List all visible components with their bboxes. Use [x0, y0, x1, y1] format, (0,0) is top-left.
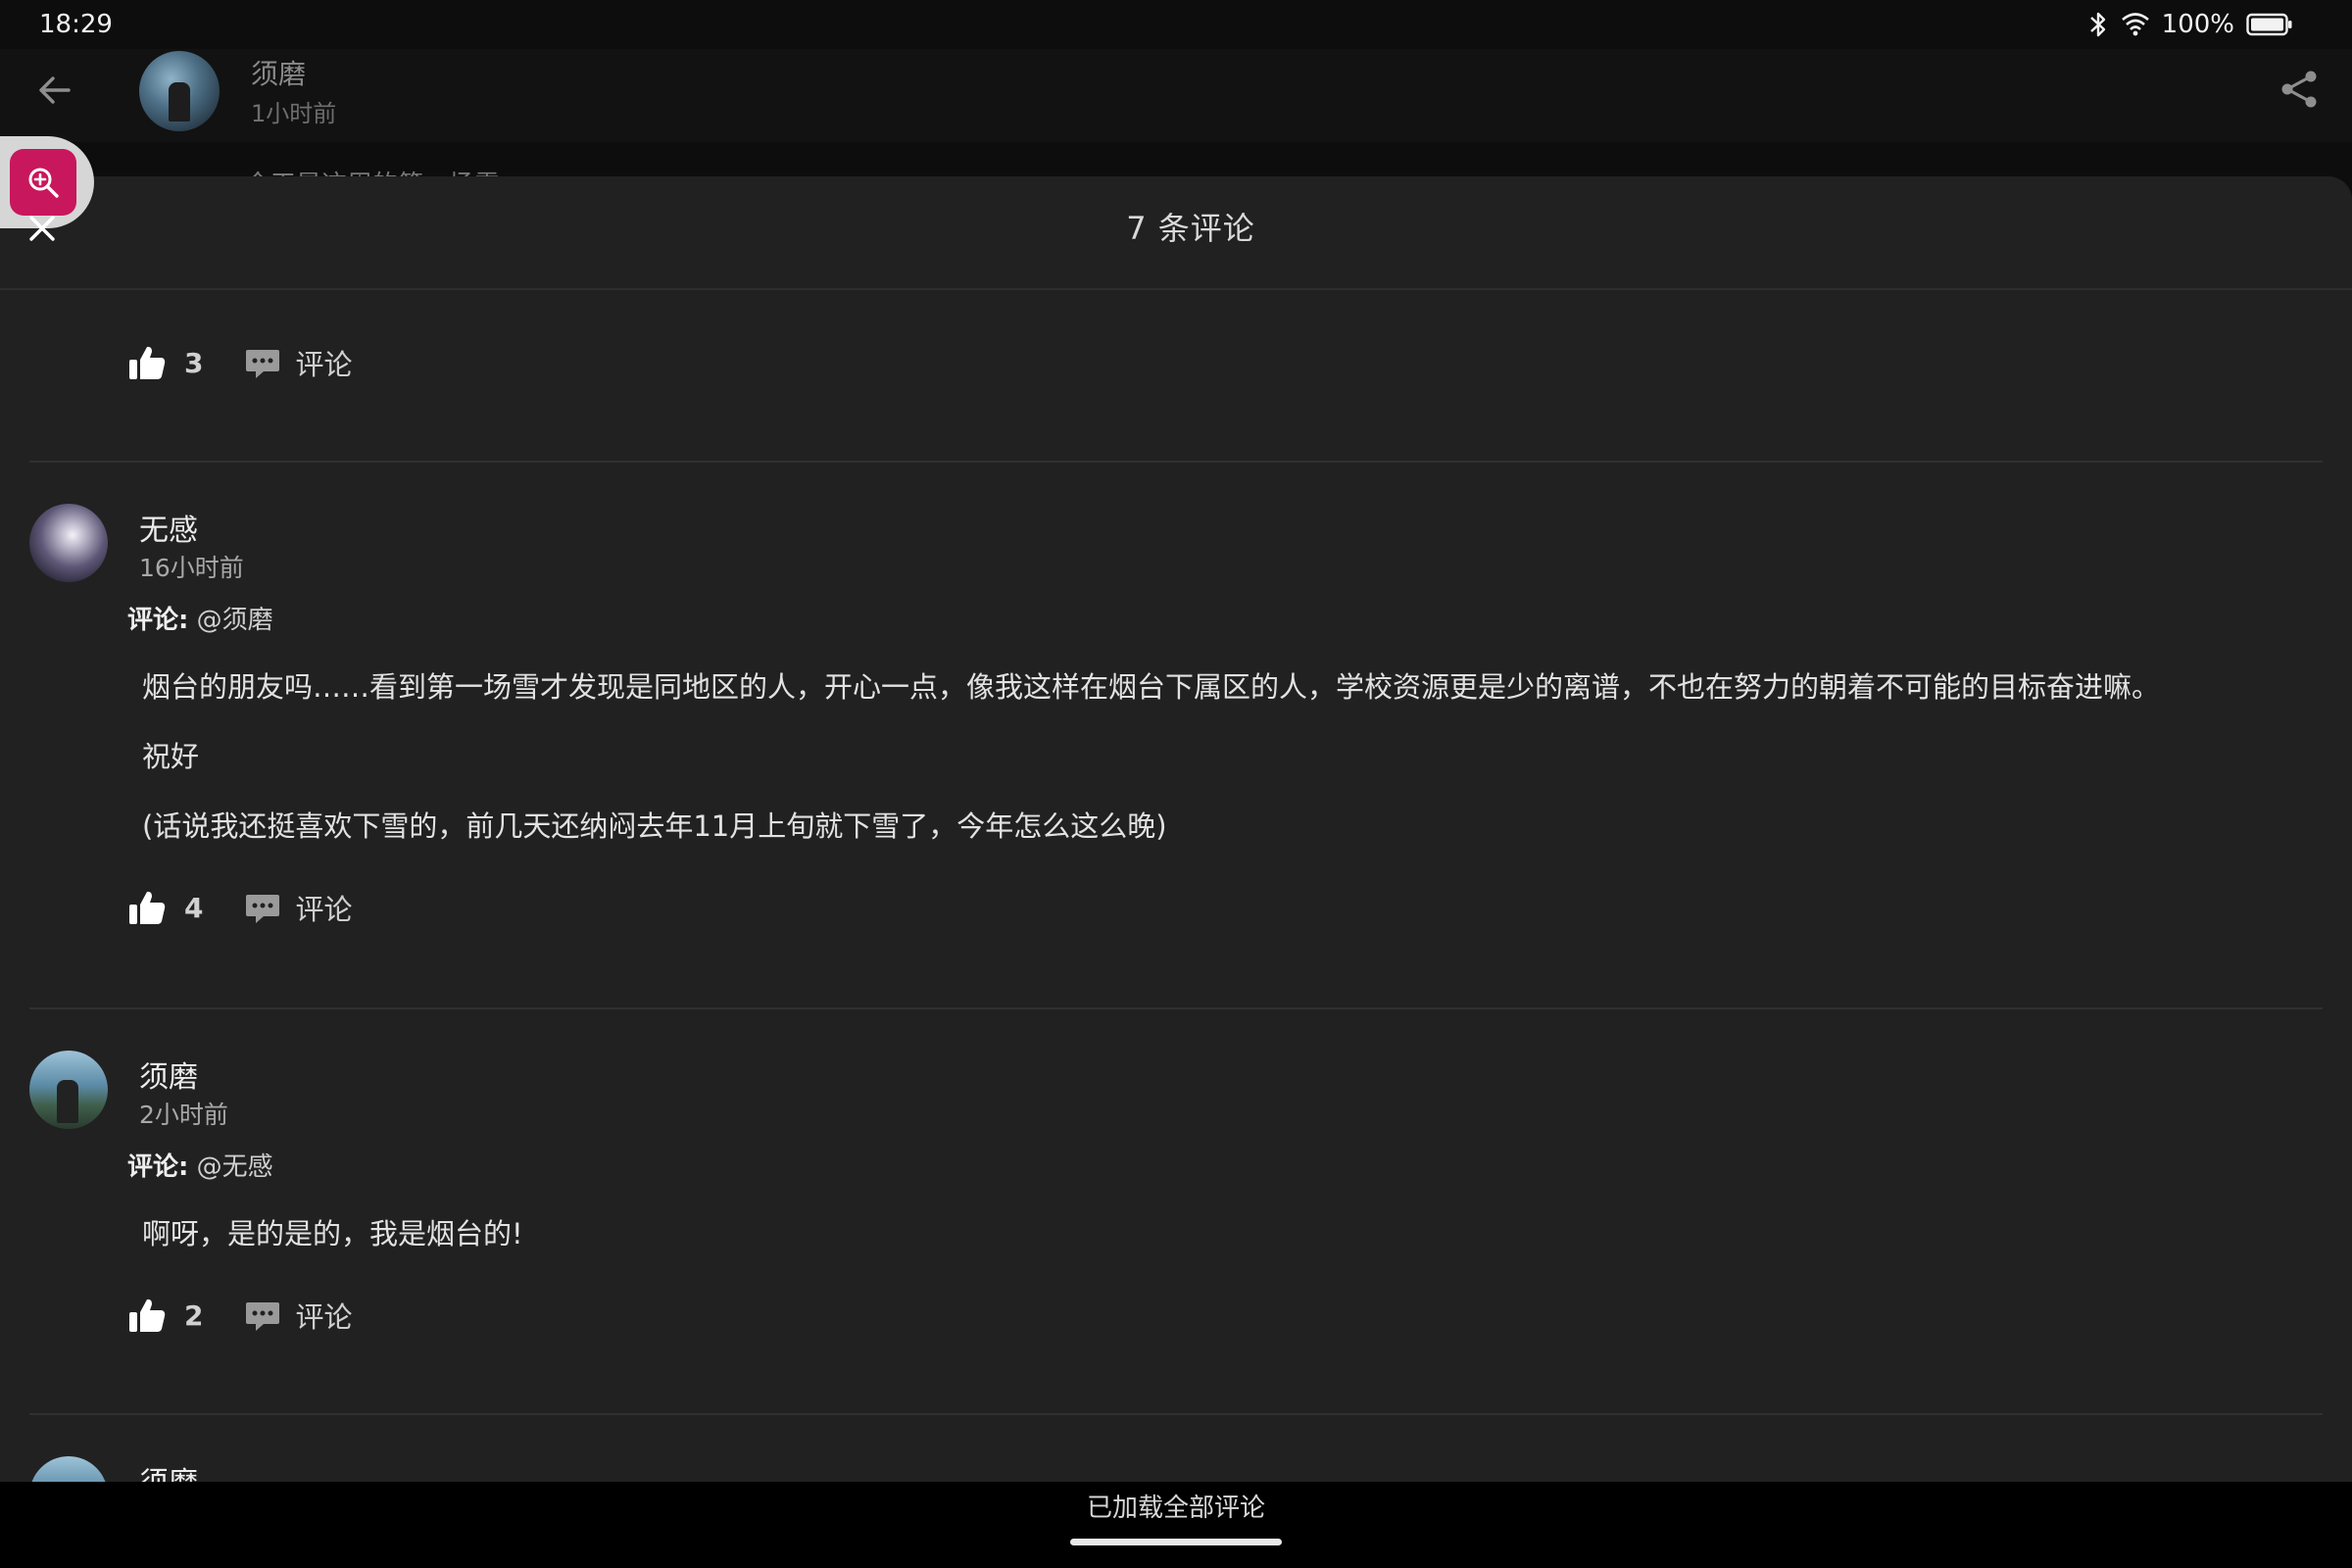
divider — [29, 1413, 2323, 1415]
comment-paragraph: (话说我还挺喜欢下雪的，前几天还纳闷去年11月上旬就下雪了，今年怎么这么晚) — [142, 809, 1167, 843]
sheet-title: 7 条评论 — [1126, 210, 1255, 247]
divider — [29, 461, 2323, 463]
reply-target: 评论: @无感 — [127, 1147, 273, 1183]
comment-time: 16小时前 — [139, 554, 244, 582]
comment-bubble-icon[interactable] — [244, 889, 281, 926]
bluetooth-icon — [2089, 12, 2105, 37]
thumbs-up-icon[interactable] — [127, 888, 167, 927]
post-time: 1小时前 — [251, 100, 337, 127]
comment-time: 2小时前 — [139, 1101, 228, 1129]
commenter-name[interactable]: 无感 — [139, 506, 198, 549]
like-count: 4 — [184, 891, 204, 924]
comment-bubble-icon[interactable] — [244, 344, 281, 381]
reply-button[interactable]: 评论 — [295, 887, 352, 928]
status-time: 18:29 — [39, 10, 113, 39]
comment-actions: 2 评论 — [127, 1286, 353, 1345]
sheet-header: 7 条评论 — [0, 176, 2352, 290]
comments-sheet: 7 条评论 3 评论 无感 16小时前 评论: @须磨 烟台的朋友吗……看到第一… — [0, 176, 2352, 1482]
commenter-avatar[interactable] — [29, 504, 108, 582]
top-comment-actions: 3 评论 — [127, 333, 353, 392]
battery-icon — [2246, 13, 2292, 36]
divider — [29, 1007, 2323, 1009]
reply-target-user[interactable]: @须磨 — [197, 606, 273, 635]
comment-actions: 4 评论 — [127, 878, 353, 937]
status-bar: 18:29 100% — [0, 0, 2352, 49]
thumbs-up-icon[interactable] — [127, 1296, 167, 1335]
comment-paragraph: 啊呀，是的是的，我是烟台的! — [142, 1217, 523, 1250]
reply-target: 评论: @须磨 — [127, 600, 273, 636]
zoom-in-icon — [28, 168, 59, 198]
all-loaded-text: 已加载全部评论 — [1086, 1494, 1265, 1523]
commenter-name[interactable]: 须磨 — [139, 1053, 198, 1096]
screen: 18:29 100% 须磨 1小时前 7 条评论 3 评论 无感 16小时前 评… — [0, 0, 2352, 1568]
wifi-icon — [2121, 13, 2149, 36]
commenter-name[interactable]: 须磨 — [139, 1458, 198, 1482]
like-count: 2 — [184, 1298, 204, 1332]
home-indicator[interactable] — [1070, 1539, 1282, 1545]
battery-level: 100% — [2161, 10, 2234, 39]
reply-target-user[interactable]: @无感 — [197, 1152, 273, 1182]
reply-button[interactable]: 评论 — [295, 342, 352, 383]
commenter-avatar[interactable] — [29, 1456, 108, 1482]
bottom-bar: 已加载全部评论 — [0, 1482, 2352, 1568]
share-icon[interactable] — [2278, 69, 2320, 110]
back-arrow-icon[interactable] — [35, 71, 74, 110]
comment-paragraph: 烟台的朋友吗……看到第一场雪才发现是同地区的人，开心一点，像我这样在烟台下属区的… — [142, 670, 2161, 704]
reply-button[interactable]: 评论 — [295, 1295, 352, 1336]
status-icons: 100% — [2087, 10, 2293, 39]
thumbs-up-icon[interactable] — [127, 343, 167, 382]
zoom-button-inner[interactable] — [10, 149, 76, 216]
close-icon[interactable] — [25, 212, 59, 245]
post-author-name[interactable]: 须磨 — [251, 53, 306, 92]
like-count: 3 — [184, 346, 204, 379]
reply-target-prefix: 评论: — [127, 606, 189, 635]
reply-target-prefix: 评论: — [127, 1152, 189, 1182]
post-app-bar: 须磨 1小时前 — [0, 49, 2352, 142]
post-author-avatar[interactable] — [139, 51, 220, 131]
comment-bubble-icon[interactable] — [244, 1297, 281, 1334]
commenter-avatar[interactable] — [29, 1051, 108, 1129]
comment-paragraph: 祝好 — [142, 740, 200, 773]
